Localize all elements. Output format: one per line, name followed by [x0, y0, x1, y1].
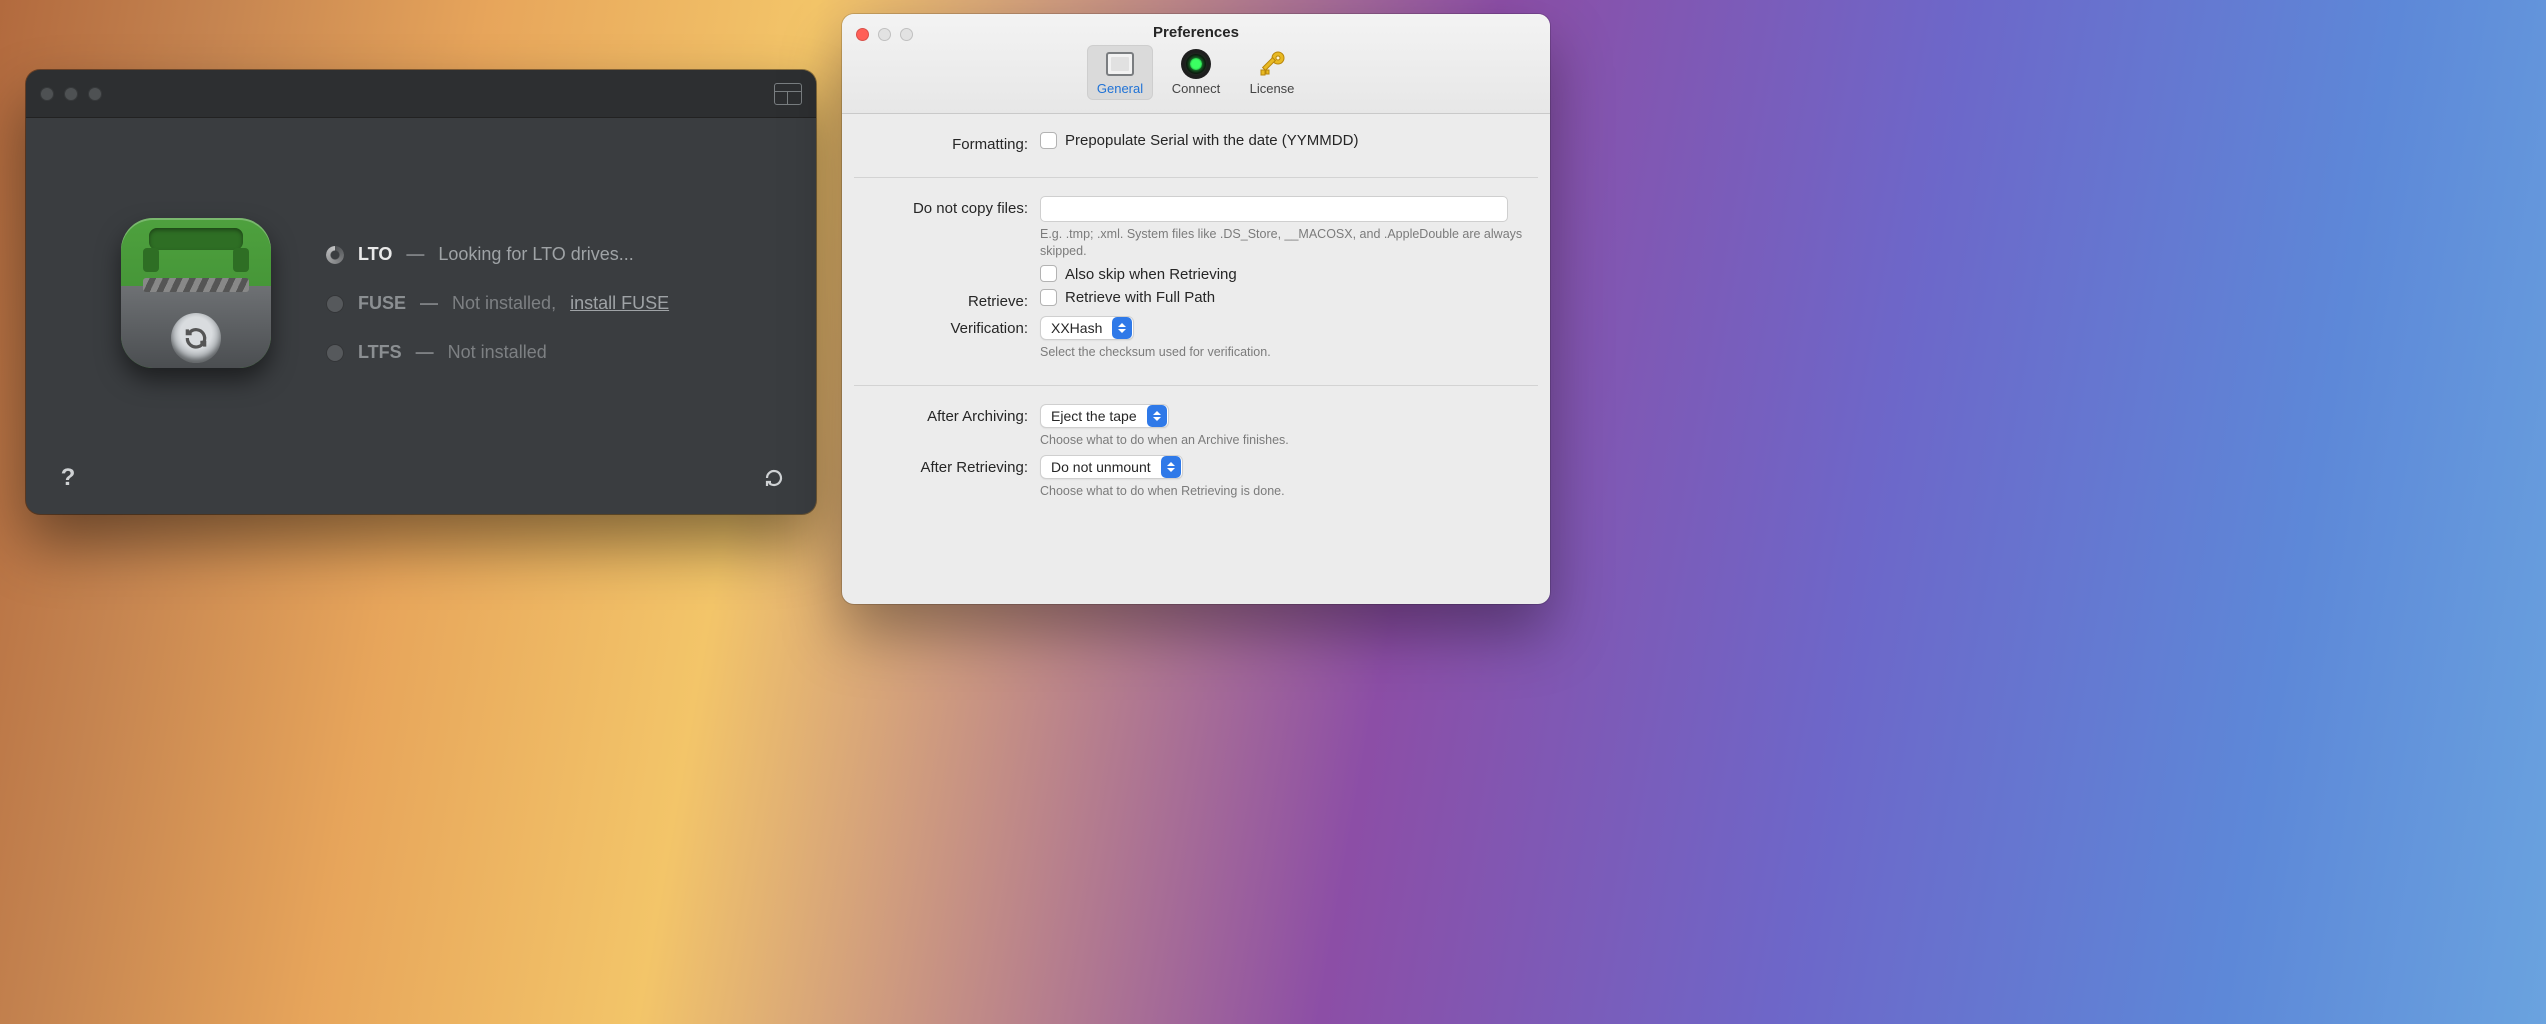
status-row-fuse: FUSE — Not installed, install FUSE: [326, 293, 776, 314]
prepopulate-checkbox[interactable]: [1040, 132, 1057, 149]
prefs-titlebar[interactable]: Preferences General Connect License: [842, 14, 1550, 114]
tab-general[interactable]: General: [1087, 45, 1153, 100]
alsoskip-checkbox[interactable]: [1040, 265, 1057, 282]
retrieve-fullpath-checkbox[interactable]: [1040, 289, 1057, 306]
window-title: Preferences: [842, 14, 1550, 41]
donotcopy-hint: E.g. .tmp; .xml. System files like .DS_S…: [1040, 226, 1524, 260]
formatting-label: Formatting:: [868, 132, 1028, 153]
help-button[interactable]: ?: [54, 464, 82, 492]
main-window: LTO — Looking for LTO drives... FUSE — N…: [26, 70, 816, 514]
verification-select[interactable]: XXHash: [1040, 316, 1134, 340]
close-button[interactable]: [856, 28, 869, 41]
traffic-lights: [40, 87, 102, 101]
main-titlebar[interactable]: [26, 70, 816, 118]
after-retrieving-label: After Retrieving:: [868, 455, 1028, 476]
preferences-window: Preferences General Connect License: [842, 14, 1550, 604]
tab-connect[interactable]: Connect: [1163, 45, 1229, 100]
status-dot-icon: [326, 295, 344, 313]
refresh-icon: [762, 466, 786, 490]
prefs-body: Formatting: Prepopulate Serial with the …: [842, 114, 1550, 604]
tab-license[interactable]: License: [1239, 45, 1305, 100]
status-dot-icon: [326, 344, 344, 362]
status-name: LTO: [358, 244, 392, 265]
refresh-button[interactable]: [760, 464, 788, 492]
spinner-icon: [326, 246, 344, 264]
after-retrieving-hint: Choose what to do when Retrieving is don…: [1040, 483, 1524, 500]
key-icon: [1255, 49, 1289, 79]
verification-hint: Select the checksum used for verificatio…: [1040, 344, 1524, 361]
app-icon-container: [66, 168, 326, 514]
min-dot[interactable]: [64, 87, 78, 101]
after-archiving-select[interactable]: Eject the tape: [1040, 404, 1169, 428]
after-archiving-label: After Archiving:: [868, 404, 1028, 425]
donotcopy-label: Do not copy files:: [868, 196, 1028, 217]
prefs-traffic-lights: [856, 28, 913, 41]
status-row-ltfs: LTFS — Not installed: [326, 342, 776, 363]
desktop-background: [1560, 0, 2546, 1024]
minimize-button[interactable]: [878, 28, 891, 41]
retrieve-label: Retrieve:: [868, 289, 1028, 310]
donotcopy-input[interactable]: [1040, 196, 1508, 222]
select-arrows-icon: [1112, 317, 1132, 339]
after-retrieving-select[interactable]: Do not unmount: [1040, 455, 1183, 479]
status-text: Looking for LTO drives...: [438, 244, 633, 265]
retrieve-fullpath-label: Retrieve with Full Path: [1065, 289, 1215, 306]
prefs-tabs: General Connect License: [842, 45, 1550, 100]
max-dot[interactable]: [88, 87, 102, 101]
prepopulate-label: Prepopulate Serial with the date (YYMMDD…: [1065, 132, 1358, 149]
alsoskip-label: Also skip when Retrieving: [1065, 266, 1237, 283]
select-arrows-icon: [1147, 405, 1167, 427]
install-fuse-link[interactable]: install FUSE: [570, 293, 669, 314]
status-row-lto: LTO — Looking for LTO drives...: [326, 244, 776, 265]
connect-icon: [1181, 49, 1211, 79]
select-arrows-icon: [1161, 456, 1181, 478]
general-icon: [1106, 52, 1134, 76]
zoom-button[interactable]: [900, 28, 913, 41]
app-icon: [121, 218, 271, 368]
layout-toggle-button[interactable]: [774, 83, 802, 105]
verification-label: Verification:: [868, 316, 1028, 337]
status-list: LTO — Looking for LTO drives... FUSE — N…: [326, 168, 776, 514]
after-archiving-hint: Choose what to do when an Archive finish…: [1040, 432, 1524, 449]
close-dot[interactable]: [40, 87, 54, 101]
